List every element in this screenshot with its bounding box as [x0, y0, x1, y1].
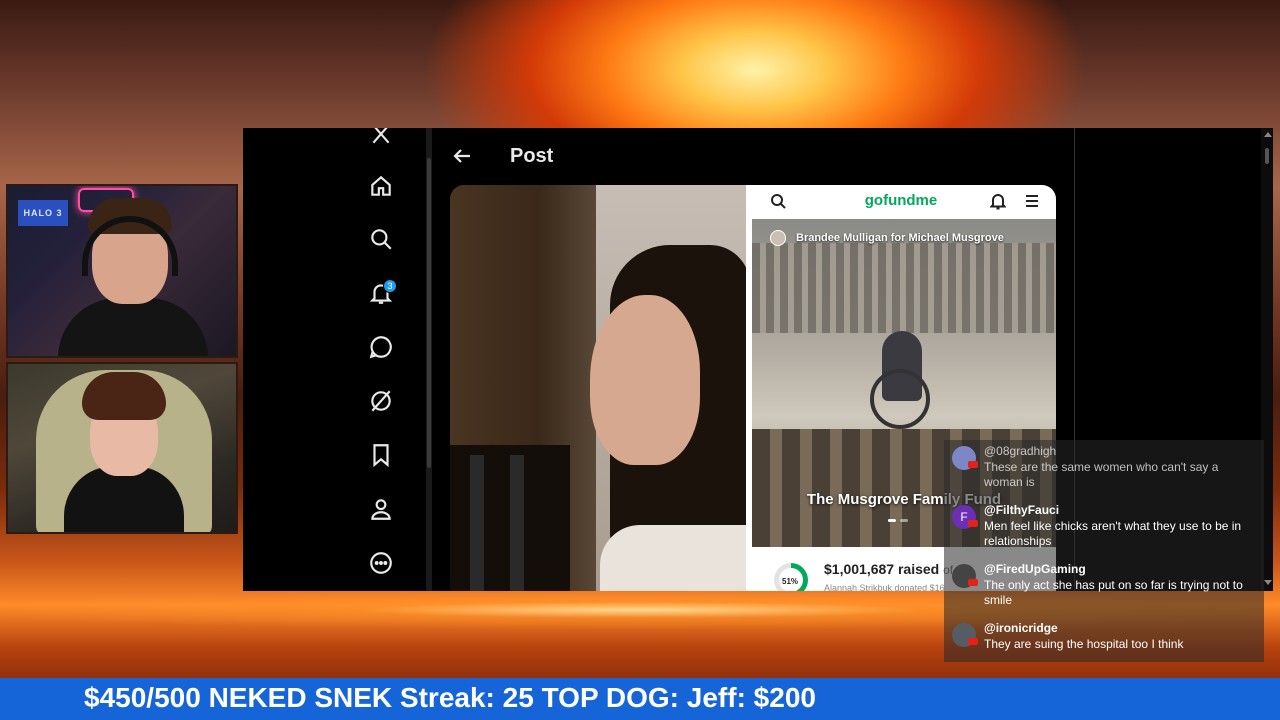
- photo-shoulder: [600, 525, 760, 591]
- chat-message: @ironicridge They are suing the hospital…: [944, 621, 1264, 661]
- chat-username: @ironicridge: [984, 621, 1058, 635]
- more-icon[interactable]: [359, 543, 403, 583]
- chat-text: They are suing the hospital too I think: [984, 637, 1184, 651]
- bookmarks-icon[interactable]: [359, 435, 403, 475]
- streamer-2-hair: [82, 372, 166, 420]
- youtube-icon: [968, 579, 978, 586]
- chat-username: @FiredUpGaming: [984, 562, 1086, 576]
- progress-label: 51%: [782, 577, 799, 586]
- donation-ticker: $450/500 NEKED SNEK Streak: 25 TOP DOG: …: [0, 678, 1280, 720]
- wheelchair-icon: [870, 369, 930, 429]
- notifications-badge: 3: [383, 279, 397, 293]
- chat-text: These are the same women who can't say a…: [984, 460, 1219, 489]
- chat-username: @08gradhigh: [984, 444, 1057, 458]
- x-logo-icon[interactable]: [359, 128, 403, 154]
- youtube-icon: [968, 520, 978, 527]
- page-title: Post: [510, 145, 554, 167]
- youtube-icon: [968, 638, 978, 645]
- webcam-streamer-2: [6, 362, 238, 534]
- carousel-dots: [888, 519, 908, 522]
- post-header: Post: [432, 128, 1074, 186]
- scroll-down-arrow[interactable]: [1264, 580, 1272, 585]
- back-arrow-icon[interactable]: [450, 144, 474, 168]
- organizer-avatar: [770, 230, 786, 246]
- amount-raised: $1,001,687 raised of: [824, 561, 953, 577]
- organizer-label: Brandee Mulligan for Michael Musgrove: [796, 232, 1004, 244]
- youtube-icon: [968, 461, 978, 468]
- chat-message: @08gradhigh These are the same women who…: [944, 444, 1264, 502]
- chat-text: The only act she has put on so far is tr…: [984, 578, 1243, 607]
- gofundme-topbar: gofundme: [746, 185, 1056, 219]
- streamer-1-body: [58, 298, 208, 356]
- neon-sign: HALO 3: [18, 200, 68, 226]
- chat-username: @FilthyFauci: [984, 503, 1060, 517]
- live-chat-overlay: @08gradhigh These are the same women who…: [944, 440, 1264, 662]
- photo-post: [470, 455, 484, 591]
- recent-donation: Alannah Strikbuk donated $16: [824, 583, 945, 591]
- chat-message: F @FilthyFauci Men feel like chicks aren…: [944, 503, 1264, 561]
- chat-text: Men feel like chicks aren't what they us…: [984, 519, 1242, 548]
- photo-face: [590, 295, 700, 465]
- search-icon[interactable]: [359, 219, 403, 259]
- hamburger-menu-icon: [1026, 195, 1038, 207]
- courtroom-photo: [450, 185, 760, 591]
- x-sidebar-nav: 3: [359, 128, 403, 591]
- notifications-icon[interactable]: 3: [359, 273, 403, 313]
- chat-message: @FiredUpGaming The only act she has put …: [944, 562, 1264, 620]
- gofundme-logo: gofundme: [864, 192, 938, 209]
- scroll-up-arrow[interactable]: [1264, 132, 1272, 137]
- home-icon[interactable]: [359, 166, 403, 206]
- messages-icon[interactable]: [359, 327, 403, 367]
- grok-icon[interactable]: [359, 381, 403, 421]
- bell-icon: [990, 194, 1006, 210]
- profile-icon[interactable]: [359, 489, 403, 529]
- webcam-streamer-1: HALO 3: [6, 184, 238, 358]
- photo-post: [510, 455, 524, 591]
- ticker-text: $450/500 NEKED SNEK Streak: 25 TOP DOG: …: [84, 682, 816, 713]
- crowd-background: [752, 243, 1056, 333]
